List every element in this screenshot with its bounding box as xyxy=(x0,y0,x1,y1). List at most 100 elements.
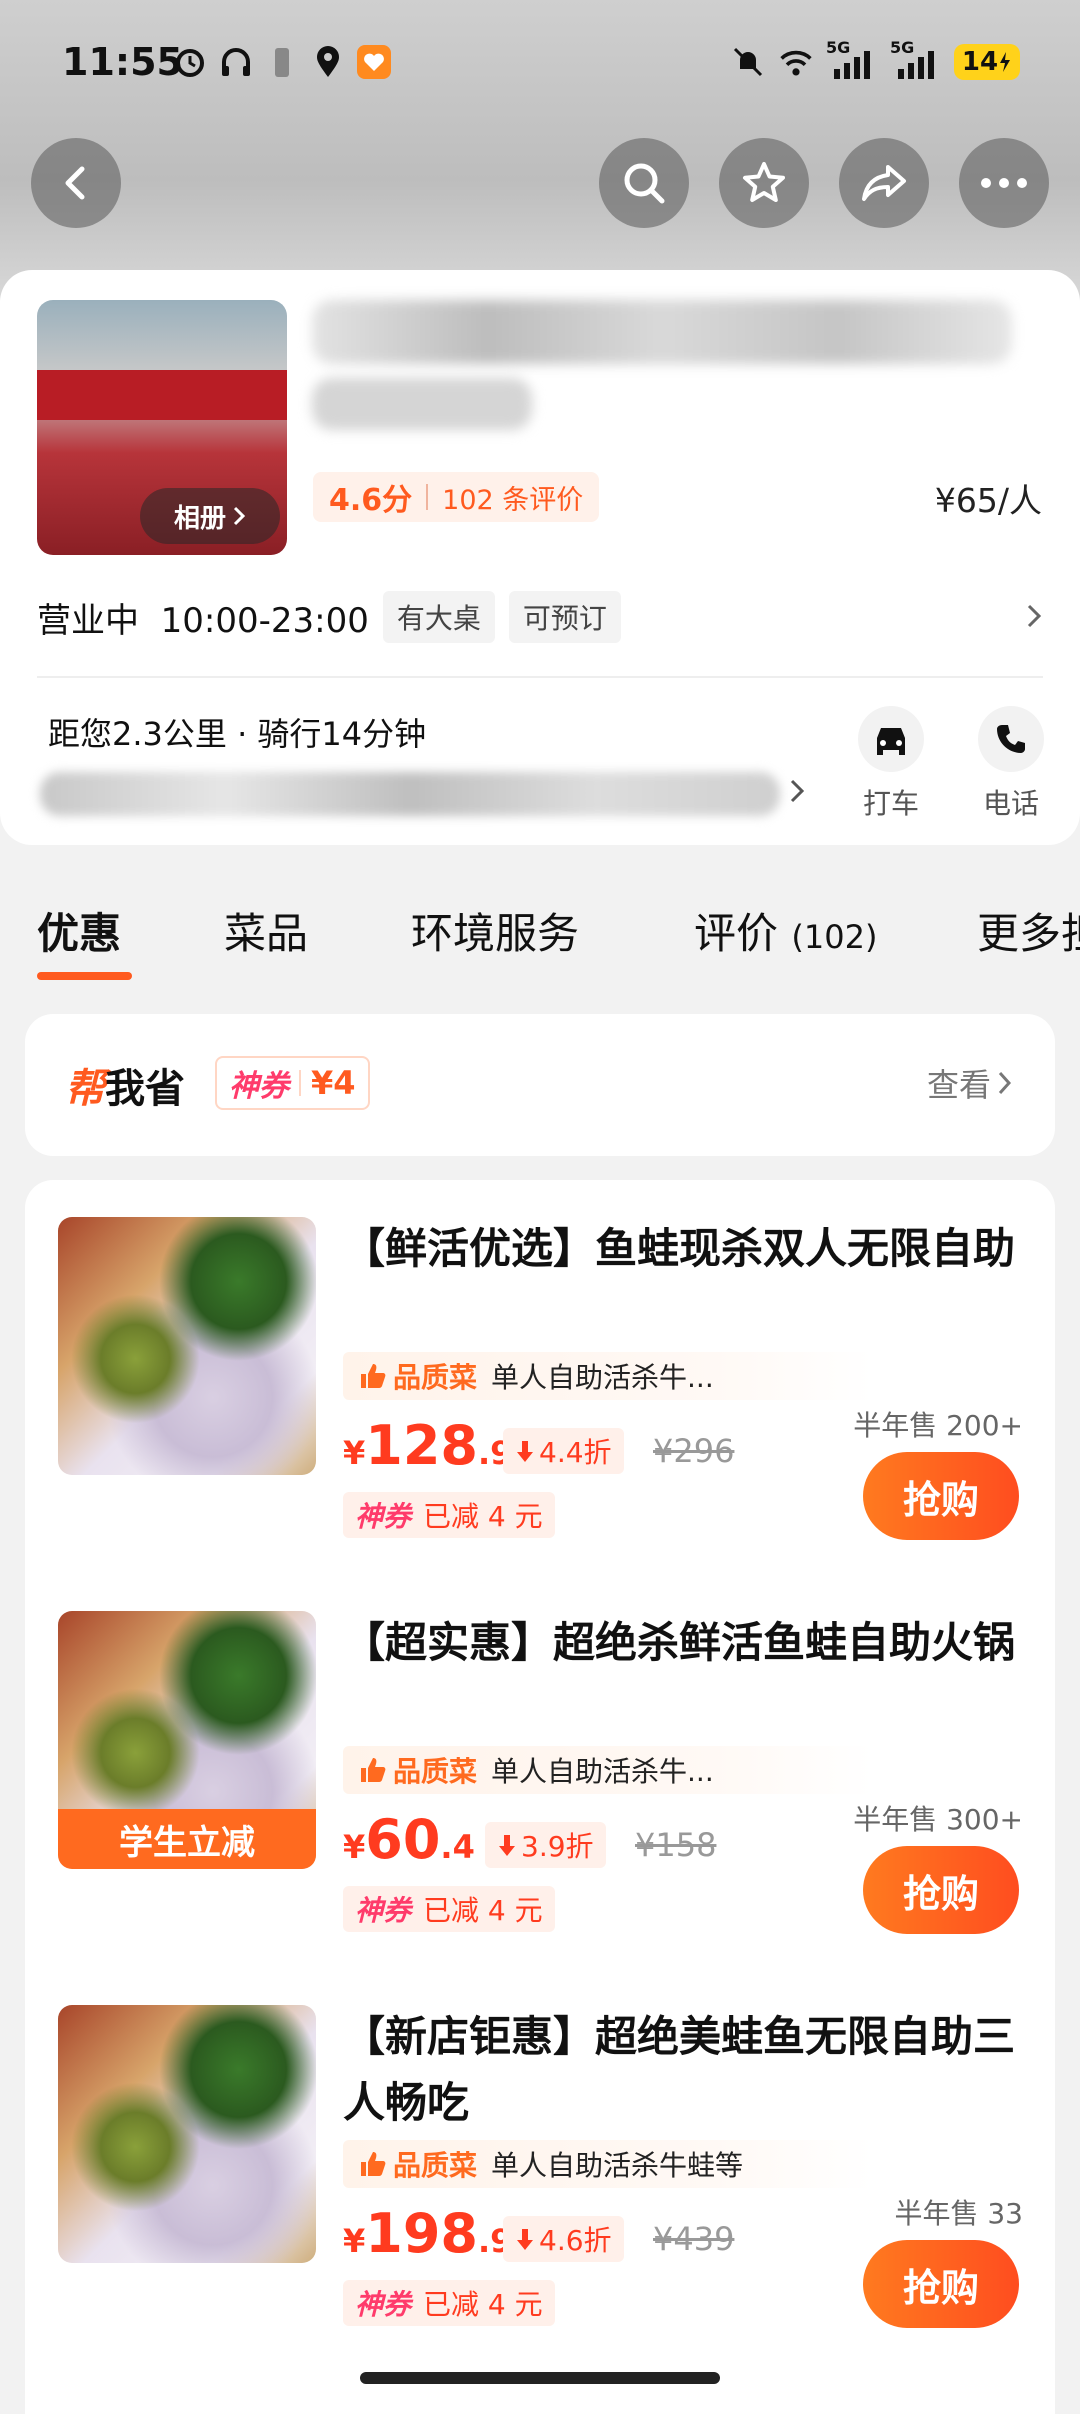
down-arrow-icon xyxy=(517,1441,533,1462)
discount-value: 4.6折 xyxy=(539,2224,612,2257)
price-currency: ¥ xyxy=(343,2222,366,2260)
tab-deals[interactable]: 优惠 xyxy=(37,900,121,961)
favorite-button[interactable] xyxy=(719,138,809,228)
quality-row: 品质菜 单人自助活杀牛... xyxy=(343,1746,873,1794)
coupon-reduce-badge: 神券 已减 4 元 xyxy=(343,2280,555,2326)
chevron-right-icon xyxy=(1027,604,1042,628)
coupon-divider xyxy=(299,1070,301,1096)
price-decimal: .4 xyxy=(440,1828,475,1866)
deal-image: 学生立减 xyxy=(58,1611,316,1869)
deal-title: 【新店钜惠】超绝美蛙鱼无限自助三人畅吃 xyxy=(343,2012,1016,2127)
app-notification-icon xyxy=(356,44,392,80)
original-price: ¥439 xyxy=(653,2220,735,2258)
tag-large-table: 有大桌 xyxy=(382,591,495,643)
alarm-icon xyxy=(172,44,208,80)
chevron-right-icon xyxy=(998,1071,1012,1095)
taxi-label: 打车 xyxy=(862,787,919,820)
signal-5g-icon-2: 5G xyxy=(890,38,942,80)
battery-small-icon xyxy=(264,44,300,80)
album-button[interactable]: 相册 xyxy=(140,488,280,544)
average-price: ¥65/人 xyxy=(934,481,1042,520)
phone-icon xyxy=(978,706,1044,772)
tab-reviews[interactable]: 评价 (102) xyxy=(694,900,877,961)
buy-button[interactable]: 抢购 xyxy=(863,1846,1019,1934)
more-button[interactable] xyxy=(959,138,1049,228)
view-link[interactable]: 查看 xyxy=(927,1060,1013,1106)
quality-description: 单人自助活杀牛... xyxy=(491,1361,714,1394)
wifi-icon xyxy=(778,44,814,80)
quality-label: 品质菜 xyxy=(393,2149,478,2182)
coupon-reduce-badge: 神券 已减 4 元 xyxy=(343,1886,555,1932)
search-button[interactable] xyxy=(599,138,689,228)
coupon-badge: 神券 ¥4 xyxy=(215,1056,370,1110)
discount-badge: 3.9折 xyxy=(485,1822,606,1868)
discount-badge: 4.4折 xyxy=(503,1428,624,1474)
home-indicator[interactable] xyxy=(360,2372,720,2384)
rating-badge[interactable]: 4.6分 102 条评价 xyxy=(313,472,600,522)
tab-reviews-count: (102) xyxy=(791,918,878,956)
rating-score: 4.6分 xyxy=(329,483,413,518)
original-price: ¥158 xyxy=(635,1826,717,1864)
distance-info: 距您2.3公里 · 骑行14分钟 xyxy=(48,715,427,753)
coupon-label: 神券 xyxy=(355,1894,412,1927)
address-redacted[interactable] xyxy=(40,772,780,816)
discount-value: 3.9折 xyxy=(521,1830,594,1863)
deal-item[interactable]: 学生立减 【超实惠】超绝杀鲜活鱼蛙自助火锅 品质菜 单人自助活杀牛... ¥60… xyxy=(25,1574,1055,1964)
coupon-reduce-badge: 神券 已减 4 元 xyxy=(343,1492,555,1538)
save-title-rest: 我省 xyxy=(105,1066,185,1112)
save-title-prefix: 帮 xyxy=(65,1066,105,1112)
down-arrow-icon xyxy=(517,2229,533,2250)
quality-row: 品质菜 单人自助活杀牛蛙等 xyxy=(343,2140,873,2188)
divider xyxy=(37,676,1043,678)
thumbs-up-icon xyxy=(361,1364,386,1388)
share-icon xyxy=(862,165,906,201)
save-money-card[interactable]: 帮我省 神券 ¥4 查看 xyxy=(25,1014,1055,1156)
coupon-label: 神券 xyxy=(355,1500,412,1533)
section-tabs: 优惠 菜品 环境服务 评价 (102) 更多担 xyxy=(0,900,1080,980)
deal-image xyxy=(58,2005,316,2263)
tab-more[interactable]: 更多担 xyxy=(977,900,1080,961)
shop-sign-image xyxy=(37,370,287,420)
quality-label: 品质菜 xyxy=(393,1361,478,1394)
deal-item[interactable]: 【鲜活优选】鱼蛙现杀双人无限自助 品质菜 单人自助活杀牛... ¥128.9 4… xyxy=(25,1180,1055,1570)
sales-count: 半年售 200+ xyxy=(853,1409,1023,1442)
quality-description: 单人自助活杀牛... xyxy=(491,1755,714,1788)
quality-row: 品质菜 单人自助活杀牛... xyxy=(343,1352,873,1400)
tab-environment-service[interactable]: 环境服务 xyxy=(411,900,579,961)
view-label: 查看 xyxy=(926,1066,991,1104)
business-hours-row[interactable]: 营业中 10:00-23:00 有大桌 可预订 xyxy=(37,587,1043,647)
deal-image xyxy=(58,1217,316,1475)
taxi-button[interactable]: 打车 xyxy=(856,706,926,822)
buy-button[interactable]: 抢购 xyxy=(863,1452,1019,1540)
review-count: 102 条评价 xyxy=(442,484,584,516)
share-button[interactable] xyxy=(839,138,929,228)
mute-icon xyxy=(730,44,766,80)
quality-description: 单人自助活杀牛蛙等 xyxy=(491,2149,744,2182)
deal-price: ¥198.9 xyxy=(343,2202,512,2265)
more-dots-icon xyxy=(981,178,1027,188)
coupon-label: 神券 xyxy=(355,2288,412,2321)
deal-title: 【鲜活优选】鱼蛙现杀双人无限自助 xyxy=(343,1224,1016,1273)
status-bar: 11:55 5G 5G 14 xyxy=(0,0,1080,130)
phone-label: 电话 xyxy=(982,787,1039,820)
reduced-amount: 已减 4 元 xyxy=(423,1500,543,1533)
location-icon xyxy=(310,44,346,80)
chevron-right-icon xyxy=(790,779,805,803)
status-icons-left xyxy=(172,44,392,80)
price-integer: 198 xyxy=(365,2202,478,2265)
deal-item[interactable]: 【新店钜惠】超绝美蛙鱼无限自助三人畅吃 品质菜 单人自助活杀牛蛙等 ¥198.9… xyxy=(25,1968,1055,2358)
tag-reservable: 可预订 xyxy=(508,591,621,643)
tab-reviews-label: 评价 xyxy=(694,909,779,958)
discount-badge: 4.6折 xyxy=(503,2216,624,2262)
buy-button[interactable]: 抢购 xyxy=(863,2240,1019,2328)
quality-label: 品质菜 xyxy=(393,1755,478,1788)
shop-branch-redacted xyxy=(312,378,532,430)
back-arrow-icon xyxy=(65,166,85,200)
thumbs-up-icon xyxy=(361,1758,386,1782)
tab-dishes[interactable]: 菜品 xyxy=(224,900,308,961)
deal-price: ¥128.9 xyxy=(343,1414,512,1477)
battery-indicator: 14 xyxy=(954,44,1020,80)
phone-button[interactable]: 电话 xyxy=(976,706,1046,822)
headphones-icon xyxy=(218,44,254,80)
back-button[interactable] xyxy=(31,138,121,228)
